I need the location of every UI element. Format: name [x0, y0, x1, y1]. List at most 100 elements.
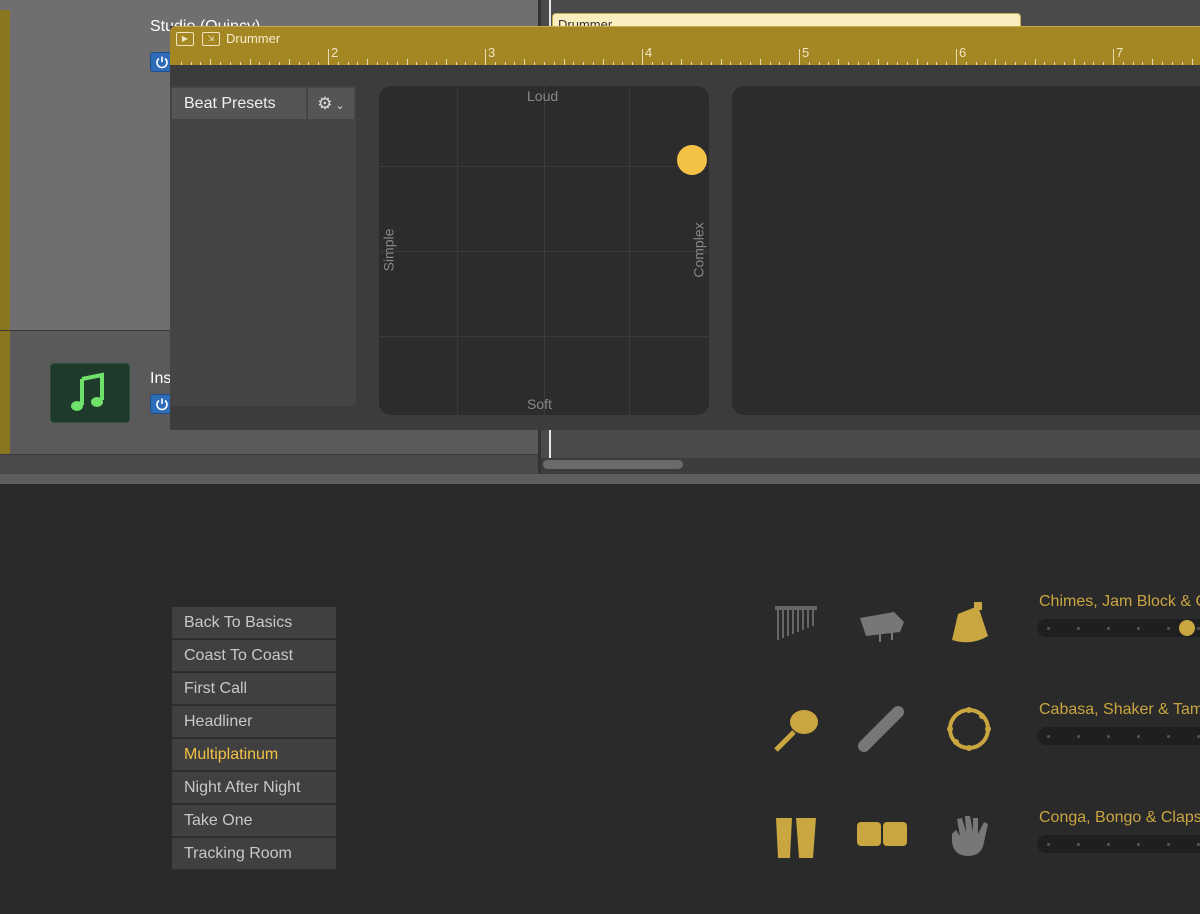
ruler-bar-number: 6: [959, 45, 967, 60]
tambourine-icon[interactable]: [944, 704, 994, 754]
ruler-tick: [671, 62, 673, 65]
ruler-tick: [406, 59, 408, 65]
ruler-tick: [857, 62, 859, 65]
preset-item[interactable]: Coast To Coast: [172, 640, 336, 672]
ruler-tick: [1171, 62, 1173, 65]
ruler-tick: [1152, 59, 1154, 65]
slider-detent: [1077, 843, 1080, 846]
slider-detent: [1107, 627, 1110, 630]
ruler-tick: [651, 62, 653, 65]
ruler-tick: [337, 62, 339, 65]
track-color-strip: [0, 331, 10, 454]
gear-icon: ⚙: [317, 94, 333, 113]
slider-detent: [1047, 843, 1050, 846]
slider-thumb[interactable]: [1178, 619, 1196, 637]
ruler-tick: [259, 62, 261, 65]
ruler-tick: [239, 62, 241, 65]
ruler-tick: [789, 62, 791, 65]
ruler-tick: [494, 62, 496, 65]
preset-settings-button[interactable]: ⚙ ⌄: [308, 88, 354, 119]
cabasa-icon[interactable]: [770, 704, 822, 754]
ruler-tick: [1083, 62, 1085, 65]
scrollbar-thumb[interactable]: [543, 460, 683, 469]
play-region-icon[interactable]: ▶: [176, 32, 194, 46]
beat-presets-panel: [170, 86, 356, 406]
preset-item[interactable]: Multiplatinum: [172, 739, 336, 771]
slider-detent: [1107, 843, 1110, 846]
instrument-slider[interactable]: [1037, 835, 1200, 853]
ruler-tick: [691, 62, 693, 65]
ruler-tick: [1034, 59, 1036, 65]
editor-ruler[interactable]: ▶ ⇲ Drummer 2 3 4 5 6 7: [170, 26, 1200, 65]
ruler-tick: [946, 62, 948, 65]
ruler-tick: [1014, 62, 1016, 65]
ruler-tick: [632, 62, 634, 65]
chimes-icon[interactable]: [772, 602, 820, 644]
ruler-tick: [553, 62, 555, 65]
preset-item[interactable]: Back To Basics: [172, 607, 336, 639]
ruler-tick: [818, 62, 820, 65]
horizontal-scrollbar[interactable]: [541, 458, 1200, 474]
ruler-tick: [416, 62, 418, 65]
music-note-icon: [71, 372, 104, 411]
ruler-tick: [936, 62, 938, 65]
ruler-tick: [779, 62, 781, 65]
ruler-ticks: 2 3 4 5 6 7: [170, 45, 1200, 65]
xy-pad[interactable]: Loud Soft Simple Complex: [379, 86, 709, 415]
ruler-tick: [220, 62, 222, 65]
ruler-tick: [592, 62, 594, 65]
instrument-slider[interactable]: [1037, 727, 1200, 745]
hand-clap-icon[interactable]: [944, 812, 992, 860]
conga-icon[interactable]: [772, 814, 820, 860]
bongo-icon[interactable]: [854, 818, 910, 854]
ruler-tick: [720, 59, 722, 65]
ruler-tick: [249, 59, 251, 65]
editor-divider[interactable]: [0, 474, 1200, 484]
chevron-down-icon: ⌄: [332, 100, 345, 112]
ruler-tick: [642, 49, 643, 65]
ruler-tick: [1142, 62, 1144, 65]
ruler-tick: [965, 62, 967, 65]
ruler-title: Drummer: [226, 31, 281, 46]
catch-icon[interactable]: ⇲: [202, 32, 220, 46]
instrument-group-label: Conga, Bongo & Claps: [1039, 809, 1200, 826]
ruler-tick: [799, 49, 800, 65]
ruler-tick: [357, 62, 359, 65]
pad-gridline: [379, 166, 709, 167]
ruler-tick: [435, 62, 437, 65]
preset-item[interactable]: Take One: [172, 805, 336, 837]
pad-label-soft: Soft: [527, 396, 552, 412]
slider-detent: [1137, 735, 1140, 738]
ruler-tick: [377, 62, 379, 65]
preset-item[interactable]: First Call: [172, 673, 336, 705]
ruler-tick: [1191, 59, 1193, 65]
ruler-tick: [514, 62, 516, 65]
track-icon: [50, 363, 130, 423]
ruler-tick: [396, 62, 398, 65]
pad-puck[interactable]: [677, 145, 707, 175]
instrument-slider[interactable]: [1037, 619, 1200, 637]
pad-gridline: [379, 251, 709, 252]
ruler-tick: [1103, 62, 1105, 65]
shaker-icon[interactable]: [856, 704, 908, 754]
ruler-tick: [190, 62, 192, 65]
ruler-tick: [877, 59, 879, 65]
ruler-tick: [897, 62, 899, 65]
cowbell-icon[interactable]: [944, 600, 992, 646]
ruler-bar-number: 3: [488, 45, 496, 60]
ruler-tick: [906, 62, 908, 65]
ruler-tick: [661, 62, 663, 65]
ruler-tick: [543, 62, 545, 65]
ruler-tick: [1162, 62, 1164, 65]
preset-item[interactable]: Tracking Room: [172, 838, 336, 870]
ruler-tick: [504, 62, 506, 65]
ruler-tick: [1181, 62, 1183, 65]
ruler-tick: [602, 59, 604, 65]
ruler-tick: [1024, 62, 1026, 65]
ruler-tick: [867, 62, 869, 65]
ruler-tick: [347, 62, 349, 65]
pad-label-loud: Loud: [527, 88, 559, 104]
preset-item[interactable]: Night After Night: [172, 772, 336, 804]
preset-item[interactable]: Headliner: [172, 706, 336, 738]
jam-block-icon[interactable]: [856, 604, 908, 644]
